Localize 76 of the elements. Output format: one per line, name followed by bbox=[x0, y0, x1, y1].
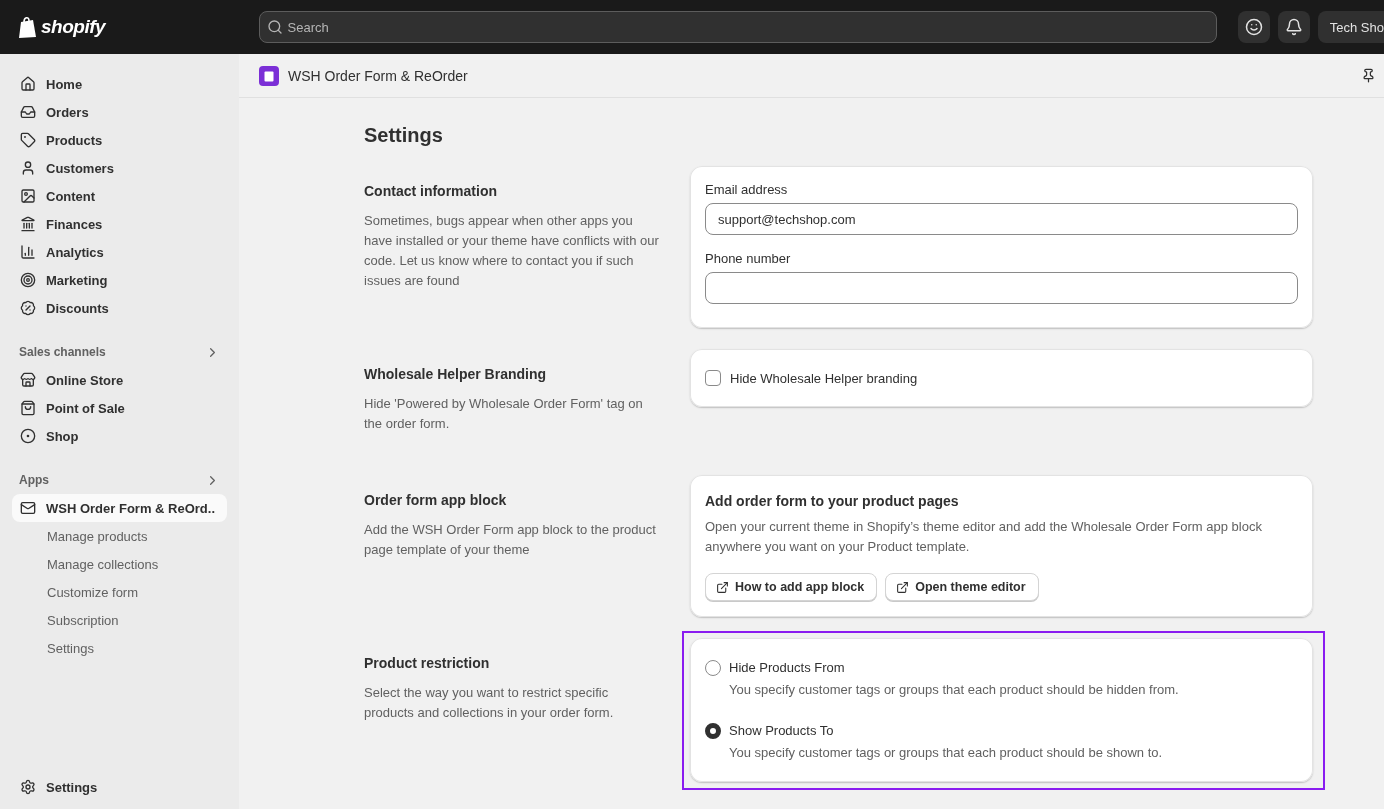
nav-item[interactable]: Products bbox=[12, 126, 227, 154]
tag-icon bbox=[20, 132, 36, 148]
avatar-button[interactable] bbox=[1237, 11, 1270, 43]
nav-item[interactable]: Discounts bbox=[12, 294, 227, 322]
checkbox[interactable] bbox=[705, 370, 721, 386]
section-heading: Apps bbox=[19, 473, 49, 487]
sub-nav-item[interactable]: Manage products bbox=[12, 522, 227, 550]
link-button[interactable]: How to add app block bbox=[705, 573, 878, 601]
image-icon bbox=[20, 188, 36, 204]
nav-item[interactable]: Customers bbox=[12, 154, 227, 182]
nav-item[interactable]: Online Store bbox=[12, 366, 227, 394]
bar-chart-icon bbox=[20, 244, 36, 260]
section-header[interactable]: Apps bbox=[12, 466, 227, 494]
section-description: Hide 'Powered by Wholesale Order Form' tag on the order form. bbox=[364, 395, 644, 433]
checkbox-label: Hide Wholesale Helper branding bbox=[730, 370, 918, 386]
target-icon bbox=[20, 272, 36, 288]
nav-item[interactable]: Home bbox=[12, 70, 227, 98]
nav-item[interactable]: WSH Order Form & ReOrd.. bbox=[12, 494, 227, 522]
nav-item[interactable]: Point of Sale bbox=[12, 394, 227, 422]
app-icon bbox=[259, 65, 279, 86]
field-label: Email address bbox=[705, 182, 789, 197]
pin-icon[interactable] bbox=[1361, 68, 1376, 83]
radio-button[interactable] bbox=[705, 660, 721, 676]
inbox-icon bbox=[20, 104, 36, 120]
nav-item[interactable]: Shop bbox=[12, 422, 227, 450]
link-button[interactable]: Open theme editor bbox=[885, 573, 1039, 601]
external-link-icon bbox=[896, 580, 910, 594]
settings-icon bbox=[20, 779, 36, 795]
card-text: Open your current theme in Shopify’s theme editor and add the Wholesale Order Form app block anywhere you want on your Product template. bbox=[705, 518, 1263, 556]
circle-icon bbox=[20, 428, 36, 444]
sub-nav-item[interactable]: Settings bbox=[12, 634, 227, 662]
page-title: Settings bbox=[364, 124, 444, 147]
nav-item[interactable]: Settings bbox=[12, 773, 227, 801]
section-heading: Order form app block bbox=[364, 492, 508, 508]
field-label: Phone number bbox=[705, 251, 792, 266]
logo-text: shopify bbox=[41, 16, 106, 38]
section-heading: Sales channels bbox=[19, 345, 106, 359]
text-field[interactable] bbox=[705, 272, 1298, 304]
bank-icon bbox=[20, 216, 36, 232]
section-heading: Contact information bbox=[364, 183, 498, 199]
radio-label: Show Products To bbox=[729, 723, 835, 739]
app-title: WSH Order Form & ReOrder bbox=[288, 67, 469, 84]
section-description: Sometimes, bugs appear when other apps you have installed or your theme have conflicts with our code. Let us know where to contact you if such issues are found bbox=[364, 212, 660, 290]
bag-icon bbox=[20, 400, 36, 416]
search-icon bbox=[266, 19, 283, 35]
section-header[interactable]: Sales channels bbox=[12, 338, 227, 366]
nav-item[interactable]: Orders bbox=[12, 98, 227, 126]
section-heading: Product restriction bbox=[364, 655, 491, 671]
sub-nav-item[interactable]: Subscription bbox=[12, 606, 227, 634]
nav-item[interactable]: Content bbox=[12, 182, 227, 210]
radio-label: Hide Products From bbox=[729, 660, 846, 676]
store-button[interactable]: Tech Sho bbox=[1317, 11, 1384, 43]
home-icon bbox=[20, 76, 36, 92]
radio-button[interactable] bbox=[705, 723, 721, 739]
sub-nav-item[interactable]: Customize form bbox=[12, 578, 227, 606]
external-link-icon bbox=[716, 580, 729, 594]
nav-item[interactable]: Finances bbox=[12, 210, 227, 238]
sub-nav-item[interactable]: Manage collections bbox=[12, 550, 227, 578]
radio-help-text: You specify customer tags or groups that each product should be shown to. bbox=[729, 745, 1164, 760]
bell-icon bbox=[1284, 18, 1303, 36]
section-heading: Wholesale Helper Branding bbox=[364, 366, 548, 382]
section-description: Select the way you want to restrict specific products and collections in your order form. bbox=[364, 684, 615, 722]
store-icon bbox=[20, 372, 36, 388]
section-description: Add the WSH Order Form app block to the product page template of your theme bbox=[364, 521, 657, 559]
nav-item[interactable]: Analytics bbox=[12, 238, 227, 266]
person-icon bbox=[20, 160, 36, 176]
face-icon bbox=[1244, 18, 1263, 36]
shopping-bag-logo-icon bbox=[18, 15, 38, 39]
card-title: Add order form to your product pages bbox=[705, 493, 960, 509]
text-field[interactable]: support@techshop.com bbox=[705, 203, 1298, 235]
percent-badge-icon bbox=[20, 300, 36, 316]
mail-icon bbox=[20, 500, 36, 516]
search-field[interactable]: Search bbox=[258, 11, 1217, 43]
radio-help-text: You specify customer tags or groups that each product should be hidden from. bbox=[729, 682, 1180, 697]
notifications-button[interactable] bbox=[1277, 11, 1310, 43]
nav-item[interactable]: Marketing bbox=[12, 266, 227, 294]
